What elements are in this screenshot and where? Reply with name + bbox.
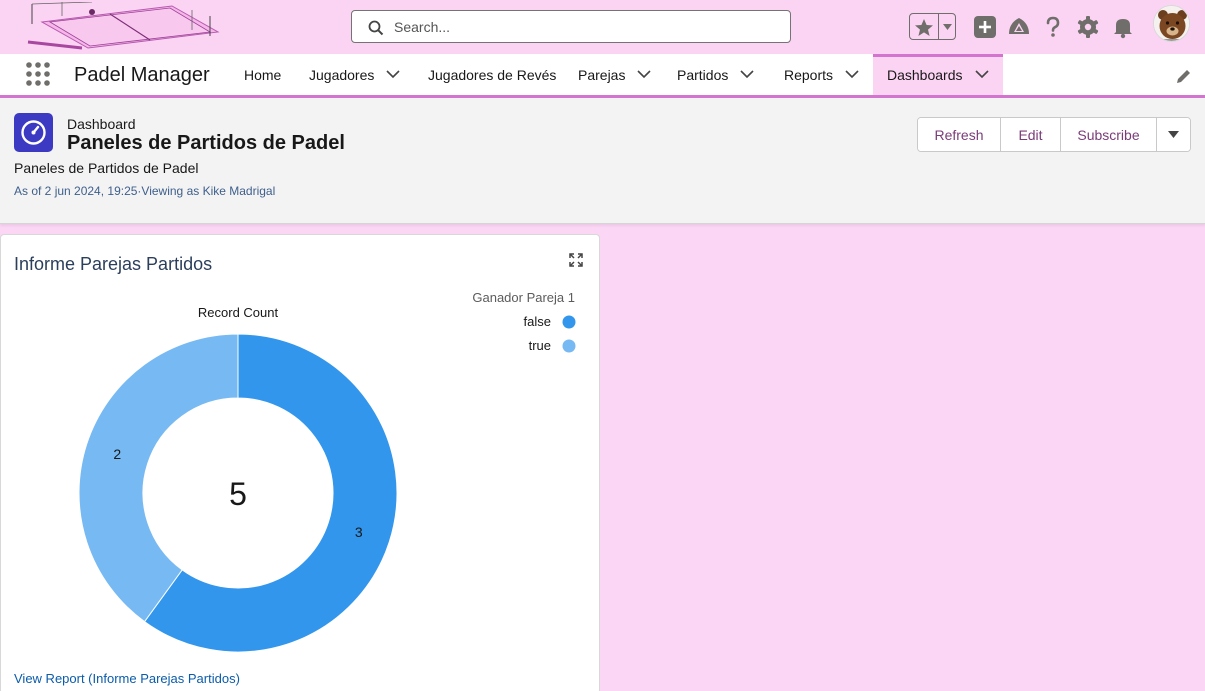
favorites-list-caret-icon[interactable] bbox=[942, 23, 953, 31]
nav-item-home[interactable]: Home bbox=[244, 54, 281, 95]
global-search[interactable] bbox=[351, 10, 791, 43]
help-icon[interactable] bbox=[1040, 14, 1066, 40]
dashboard-refresh-meta: As of 2 jun 2024, 19:25·Viewing as Kike … bbox=[14, 184, 276, 198]
nav-item-label: Jugadores de Revés bbox=[428, 66, 557, 83]
edit-button[interactable]: Edit bbox=[1001, 118, 1061, 151]
dashboard-type-label: Dashboard bbox=[67, 116, 136, 132]
dashboard-widget: Informe Parejas Partidos Record Count 3 2 5… bbox=[0, 234, 600, 691]
slice-value-label: 3 bbox=[355, 524, 363, 540]
nav-item-label: Dashboards bbox=[887, 66, 963, 83]
chevron-down-icon[interactable] bbox=[845, 70, 859, 79]
subscribe-button[interactable]: Subscribe bbox=[1061, 118, 1157, 151]
nav-item-reports[interactable]: Reports bbox=[784, 54, 859, 95]
refresh-button[interactable]: Refresh bbox=[918, 118, 1001, 151]
dashboard-description: Paneles de Partidos de Padel bbox=[14, 160, 199, 176]
search-input[interactable] bbox=[394, 18, 774, 36]
notifications-bell-icon[interactable] bbox=[1110, 14, 1136, 40]
favorites-star-icon[interactable] bbox=[913, 17, 935, 37]
nav-item-label: Partidos bbox=[677, 66, 729, 83]
setup-gear-icon[interactable] bbox=[1075, 14, 1101, 40]
nav-item-partidos[interactable]: Partidos bbox=[677, 54, 754, 95]
chevron-down-icon[interactable] bbox=[974, 70, 989, 79]
global-add-icon[interactable] bbox=[972, 14, 998, 40]
widget-title: Informe Parejas Partidos bbox=[14, 254, 213, 274]
trailhead-guidance-icon[interactable] bbox=[1006, 14, 1032, 40]
nav-item-jugadores-de-reves[interactable]: Jugadores de Revés bbox=[428, 54, 556, 95]
gauge-icon bbox=[21, 120, 46, 145]
dashboard-header: Dashboard Paneles de Partidos de Padel P… bbox=[0, 98, 1205, 224]
nav-item-label: Reports bbox=[784, 66, 834, 83]
legend-swatch-true bbox=[562, 339, 576, 353]
nav-item-label: Parejas bbox=[578, 66, 626, 83]
user-avatar[interactable] bbox=[1153, 5, 1190, 42]
chevron-down-icon[interactable] bbox=[386, 70, 400, 79]
chevron-down-icon[interactable] bbox=[740, 70, 754, 79]
slice-value-label: 2 bbox=[113, 446, 121, 462]
app-launcher-waffle-icon[interactable] bbox=[25, 61, 51, 87]
caret-down-icon bbox=[1168, 130, 1179, 138]
legend-label-true[interactable]: true bbox=[529, 338, 551, 353]
bear-avatar-icon bbox=[1154, 6, 1189, 41]
donut-slice-true[interactable] bbox=[78, 333, 239, 623]
legend-label-false[interactable]: false bbox=[524, 314, 551, 329]
dashboard-actions: Refresh Edit Subscribe bbox=[917, 117, 1191, 152]
dashboard-icon bbox=[14, 113, 53, 152]
chart-title: Record Count bbox=[198, 305, 279, 320]
donut-center-total: 5 bbox=[229, 476, 247, 512]
nav-item-dashboards[interactable]: Dashboards bbox=[873, 54, 1003, 95]
search-icon bbox=[368, 20, 384, 36]
nav-item-label: Jugadores bbox=[309, 66, 375, 83]
legend-swatch-false bbox=[562, 315, 576, 329]
more-actions-button[interactable] bbox=[1157, 118, 1190, 151]
favorites-button-group bbox=[909, 13, 956, 40]
legend-title: Ganador Pareja 1 bbox=[472, 290, 575, 305]
chevron-down-icon[interactable] bbox=[637, 70, 652, 79]
app-name: Padel Manager bbox=[74, 64, 210, 86]
donut-chart: Record Count 3 2 5 Ganador Pareja 1 false true bbox=[78, 290, 576, 653]
nav-item-label: Home bbox=[244, 66, 282, 83]
app-nav-bar: Padel Manager Home Jugadores Jugadores d… bbox=[0, 54, 1205, 98]
edit-nav-pencil-icon[interactable] bbox=[1176, 68, 1192, 84]
nav-item-parejas[interactable]: Parejas bbox=[578, 54, 652, 95]
view-report-link[interactable]: View Report (Informe Parejas Partidos) bbox=[14, 671, 240, 686]
padel-court-logo bbox=[27, 2, 220, 50]
nav-item-jugadores[interactable]: Jugadores bbox=[309, 54, 400, 95]
favorites-divider bbox=[938, 14, 939, 39]
expand-icon[interactable] bbox=[569, 253, 583, 267]
global-header bbox=[0, 0, 1205, 54]
page-title: Paneles de Partidos de Padel bbox=[67, 132, 345, 154]
